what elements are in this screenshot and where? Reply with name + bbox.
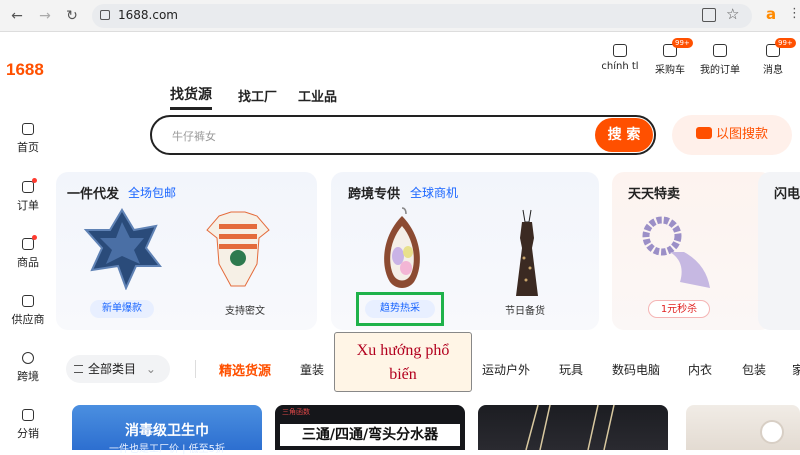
card-title: 天天特卖 bbox=[628, 187, 681, 202]
divider bbox=[195, 360, 196, 378]
banner-brand: 三角函数 bbox=[282, 408, 310, 416]
notification-dot bbox=[32, 178, 37, 183]
category-item[interactable]: 数码电脑 bbox=[612, 361, 660, 378]
tab-industrial[interactable]: 工业品 bbox=[298, 86, 337, 105]
site-settings-icon[interactable] bbox=[100, 10, 110, 20]
sidebar-item-distribution[interactable]: 分销 bbox=[0, 409, 56, 441]
banner-subtitle: 一件也是工厂价 | 低至5折 bbox=[108, 444, 226, 455]
category-item[interactable]: 内衣 bbox=[688, 361, 712, 378]
necklace-image bbox=[525, 405, 615, 450]
translate-icon[interactable] bbox=[702, 8, 716, 22]
product-caption: 节日备货 bbox=[505, 306, 545, 317]
logo[interactable]: 1688 bbox=[6, 60, 44, 80]
highlight-box bbox=[356, 292, 444, 326]
cart-icon: 99+ bbox=[663, 38, 693, 57]
tab-find-goods[interactable]: 找货源 bbox=[170, 84, 212, 110]
share-icon bbox=[22, 409, 34, 421]
home-icon bbox=[22, 123, 34, 135]
puzzle-icon bbox=[613, 44, 627, 57]
sidebar-item-label: 商品 bbox=[17, 256, 39, 269]
card-title: 跨境专供 bbox=[348, 187, 401, 202]
product-image-dress[interactable] bbox=[512, 208, 542, 298]
category-item[interactable]: 运动户外 bbox=[482, 361, 530, 378]
clipboard-icon bbox=[713, 44, 727, 57]
header-item-my-orders[interactable]: 我的订单 bbox=[698, 44, 742, 76]
card-title: 一件代发 bbox=[67, 187, 120, 202]
card-title: 闪电 bbox=[774, 187, 800, 202]
header-item-cart[interactable]: 99+ 采购车 bbox=[650, 38, 693, 76]
image-search-label: 以图搜款 bbox=[715, 127, 768, 142]
category-item[interactable]: 童装 bbox=[300, 361, 324, 378]
header-item-label: chính tl bbox=[601, 61, 639, 72]
more-menu-icon[interactable]: ⋮ bbox=[788, 6, 800, 21]
sidebar-item-orders[interactable]: 订单 bbox=[0, 178, 56, 213]
message-icon: 99+ bbox=[766, 38, 796, 57]
back-arrow-icon[interactable]: ← bbox=[8, 7, 26, 25]
category-item[interactable]: 包装 bbox=[742, 361, 766, 378]
category-item[interactable]: 玩具 bbox=[559, 361, 583, 378]
search-button[interactable]: 搜 索 bbox=[595, 118, 653, 152]
search-input[interactable] bbox=[150, 115, 656, 155]
sidebar-item-products[interactable]: 商品 bbox=[0, 235, 56, 270]
supplier-icon bbox=[22, 295, 34, 307]
grid-icon bbox=[22, 235, 37, 250]
url-text: 1688.com bbox=[118, 8, 178, 22]
extension-icon[interactable]: a bbox=[766, 5, 776, 23]
product-image-bracelet[interactable] bbox=[640, 212, 720, 292]
product-image-baby-romper[interactable] bbox=[205, 210, 271, 290]
bookmark-star-icon[interactable]: ☆ bbox=[726, 5, 739, 23]
sidebar-item-home[interactable]: 首页 bbox=[0, 123, 56, 155]
header-item-label: 我的订单 bbox=[700, 65, 740, 76]
product-image-brooch[interactable] bbox=[82, 208, 162, 290]
sidebar-item-label: 跨境 bbox=[17, 370, 39, 383]
annotation-tooltip: Xu hướng phổ biến bbox=[334, 332, 472, 392]
menu-icon bbox=[74, 365, 83, 373]
order-icon bbox=[22, 178, 37, 193]
tag-flash-sale[interactable]: 1元秒杀 bbox=[648, 300, 710, 318]
sidebar-item-crossborder[interactable]: 跨境 bbox=[0, 352, 56, 384]
header-item-account[interactable]: chính tl bbox=[600, 44, 640, 72]
reload-icon[interactable]: ↻ bbox=[63, 7, 81, 25]
tag-new-hot[interactable]: 新单爆款 bbox=[90, 300, 154, 318]
product-caption: 支持密文 bbox=[225, 306, 265, 317]
tooltip-line: Xu hướng phổ bbox=[356, 342, 450, 359]
banner-title: 三通/四通/弯头分水器 bbox=[280, 424, 460, 446]
tooltip-line: biến bbox=[389, 366, 417, 383]
chevron-down-icon: ⌄ bbox=[145, 362, 156, 376]
tab-find-factory[interactable]: 找工厂 bbox=[238, 86, 277, 105]
cart-badge: 99+ bbox=[672, 38, 693, 48]
sidebar-item-supplier[interactable]: 供应商 bbox=[0, 295, 56, 327]
header-item-label: 采购车 bbox=[655, 65, 685, 76]
camera-icon bbox=[695, 127, 712, 139]
sidebar-item-label: 分销 bbox=[17, 427, 39, 440]
header-item-label: 消息 bbox=[763, 65, 783, 76]
address-bar[interactable] bbox=[92, 4, 752, 28]
search-placeholder: 牛仔裤女 bbox=[172, 130, 216, 143]
sidebar-item-label: 首页 bbox=[17, 141, 39, 154]
product-image-earring[interactable] bbox=[376, 206, 428, 292]
message-badge: 99+ bbox=[775, 38, 796, 48]
category-featured[interactable]: 精选货源 bbox=[219, 360, 271, 379]
banner-title: 消毒级卫生巾 bbox=[125, 423, 209, 439]
category-item[interactable]: 家 bbox=[792, 361, 800, 378]
all-categories-label: 全部类目 bbox=[88, 362, 137, 376]
globe-icon bbox=[22, 352, 34, 364]
sidebar-item-label: 订单 bbox=[17, 199, 39, 212]
pearl-image bbox=[760, 420, 784, 444]
card-subtitle[interactable]: 全球商机 bbox=[410, 184, 458, 201]
forward-arrow-icon[interactable]: → bbox=[36, 7, 54, 25]
card-subtitle[interactable]: 全场包邮 bbox=[128, 184, 176, 201]
sidebar-item-label: 供应商 bbox=[11, 313, 45, 326]
notification-dot bbox=[32, 235, 37, 240]
image-search-button[interactable]: 以图搜款 bbox=[672, 115, 792, 155]
header-item-messages[interactable]: 99+ 消息 bbox=[756, 38, 796, 76]
